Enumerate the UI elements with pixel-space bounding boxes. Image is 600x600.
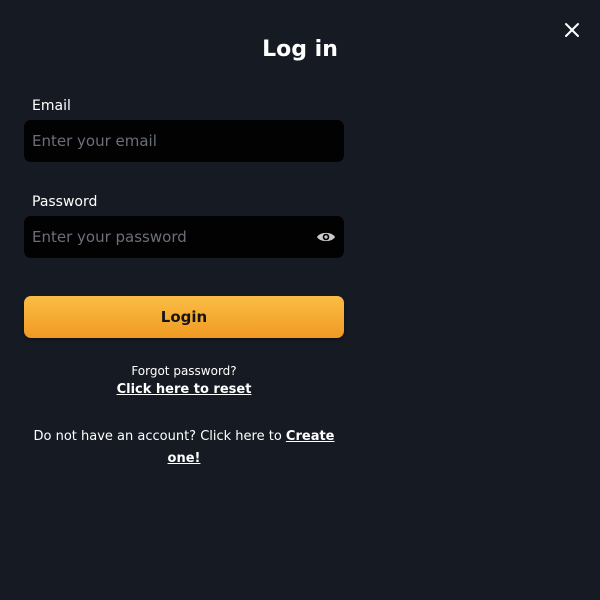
email-field-container	[24, 120, 344, 162]
forgot-password-link-row: Click here to reset	[24, 382, 344, 398]
password-label: Password	[32, 194, 98, 210]
email-label: Email	[32, 98, 71, 114]
reset-password-link[interactable]: Click here to reset	[117, 382, 252, 397]
page-title: Log in	[262, 37, 338, 62]
password-field[interactable]	[24, 216, 344, 258]
forgot-password-prompt: Forgot password?	[131, 364, 237, 378]
toggle-password-visibility-button[interactable]	[316, 227, 336, 247]
signup-prompt: Do not have an account? Click here to	[33, 429, 286, 444]
login-dialog: Log in Email Password Login Forgot passw…	[0, 0, 600, 600]
login-button[interactable]: Login	[24, 296, 344, 338]
password-field-container	[24, 216, 344, 258]
signup-prompt-row: Do not have an account? Click here to Cr…	[24, 426, 344, 470]
eye-icon	[317, 232, 335, 242]
email-field[interactable]	[24, 120, 344, 162]
